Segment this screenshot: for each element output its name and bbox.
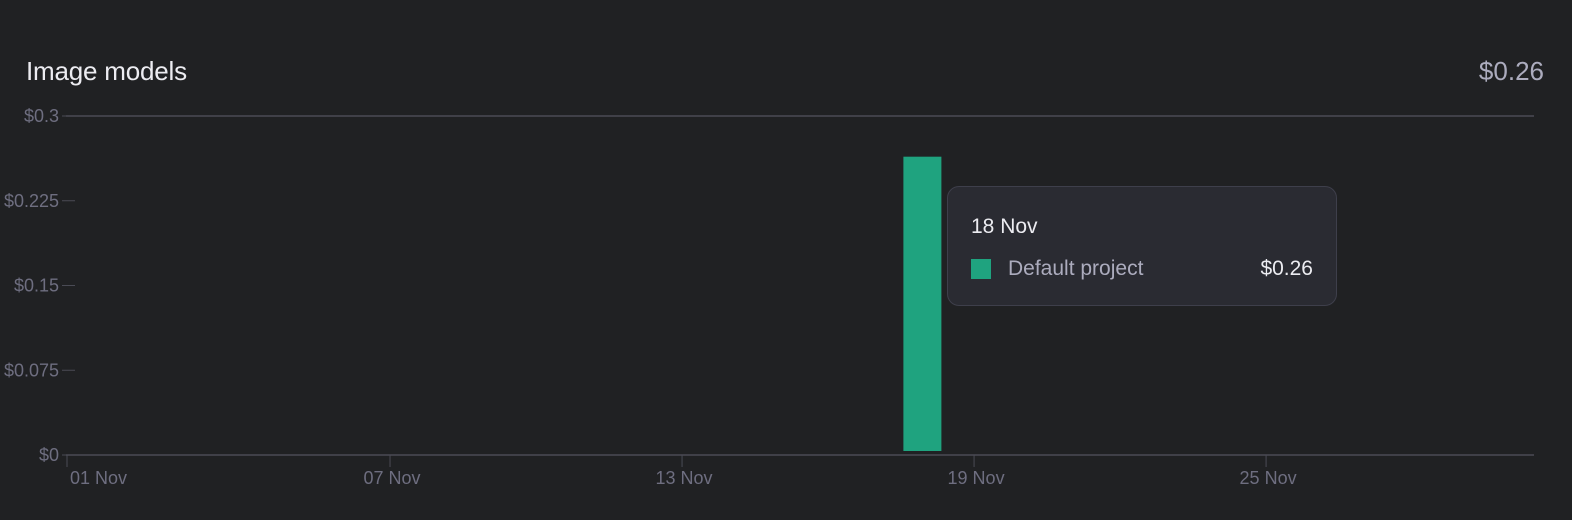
tooltip-series-value: $0.26 (1260, 257, 1313, 280)
x-tick-label: 25 Nov (1240, 468, 1297, 488)
x-tick-label: 13 Nov (656, 468, 713, 488)
bar-default-project (903, 156, 942, 451)
y-tick-label: $0.225 (4, 191, 59, 211)
tooltip-series-swatch (971, 259, 991, 279)
usage-panel: Image models $0.26 $0 $0.075 $0.15 $0.225 $0… (0, 0, 1572, 520)
y-tick-label: $0.15 (14, 276, 59, 296)
chart-tooltip: 18 Nov Default project $0.26 (947, 186, 1337, 306)
y-tick-label: $0.3 (24, 106, 59, 126)
x-tick-label: 01 Nov (70, 468, 127, 488)
y-tick-label: $0 (39, 445, 59, 465)
x-tick-label: 07 Nov (363, 468, 420, 488)
tooltip-series-label: Default project (1008, 257, 1144, 280)
tooltip-date: 18 Nov (971, 215, 1038, 238)
x-tick-label: 19 Nov (948, 468, 1005, 488)
y-tick-label: $0.075 (4, 360, 59, 380)
